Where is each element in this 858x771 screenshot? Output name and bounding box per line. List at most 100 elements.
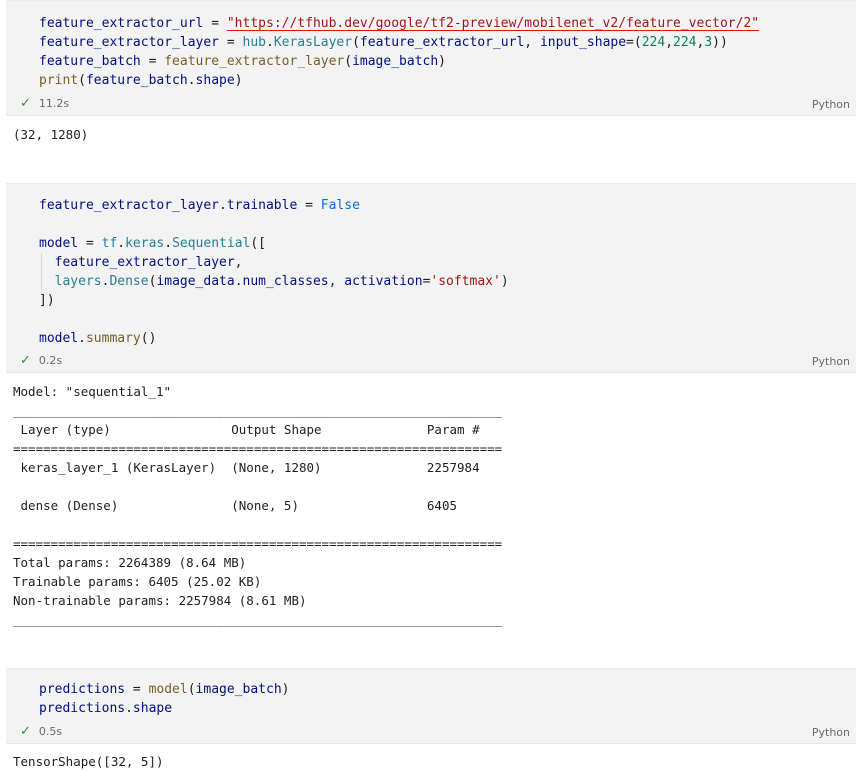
- code-token: Dense: [109, 274, 149, 289]
- cell-status-3: ✓ 0.5s: [20, 724, 62, 739]
- code-line[interactable]: feature_extractor_layer.trainable = Fals…: [39, 196, 846, 215]
- code-token: ,: [524, 35, 540, 50]
- code-token: ]): [39, 293, 55, 308]
- code-token: layers: [54, 274, 102, 289]
- execution-time: 11.2s: [38, 97, 70, 110]
- language-label[interactable]: Python: [812, 98, 850, 111]
- code-token: ,: [665, 35, 674, 50]
- code-line[interactable]: predictions.shape: [39, 699, 846, 718]
- code-line[interactable]: [39, 310, 846, 329]
- code-token: feature_batch: [39, 54, 141, 69]
- code-token: (: [78, 73, 86, 88]
- code-token: input_shape: [539, 35, 627, 50]
- code-line[interactable]: feature_extractor_url = "https://tfhub.d…: [39, 14, 846, 33]
- code-line[interactable]: [39, 215, 846, 234]
- code-cell-3[interactable]: predictions = model(image_batch) predicti…: [6, 668, 856, 744]
- code-token: model: [39, 236, 79, 251]
- code-editor-1[interactable]: feature_extractor_url = "https://tfhub.d…: [39, 14, 846, 90]
- code-token: .: [219, 198, 227, 213]
- code-token: image_data: [156, 274, 235, 289]
- code-token: feature_extractor_layer: [39, 198, 220, 213]
- code-token: =: [78, 236, 102, 251]
- code-cell-1[interactable]: feature_extractor_url = "https://tfhub.d…: [6, 0, 856, 116]
- code-token: )): [712, 35, 728, 50]
- code-token: ): [438, 54, 446, 69]
- code-editor-3[interactable]: predictions = model(image_batch) predicti…: [39, 680, 846, 718]
- code-line[interactable]: print(feature_batch.shape): [39, 71, 846, 90]
- code-token: .: [234, 274, 243, 289]
- execution-time: 0.2s: [38, 354, 63, 367]
- code-token: .: [265, 35, 274, 50]
- code-token: predictions: [39, 701, 126, 716]
- code-token: feature_batch: [85, 73, 188, 88]
- code-token: (: [187, 682, 196, 697]
- code-token: predictions: [39, 682, 126, 697]
- code-token: ,: [234, 255, 243, 270]
- cell-status-1: ✓ 11.2s: [20, 96, 69, 111]
- code-line[interactable]: feature_batch = feature_extractor_layer(…: [39, 52, 846, 71]
- code-token: (): [140, 331, 157, 346]
- code-token: 224: [641, 35, 666, 50]
- code-token: False: [320, 198, 360, 213]
- code-token: ): [500, 274, 509, 289]
- code-token: feature_extractor_url: [39, 16, 204, 31]
- code-cell-2[interactable]: feature_extractor_layer.trainable = Fals…: [6, 183, 856, 373]
- code-token: ,: [328, 274, 345, 289]
- check-icon: ✓: [20, 724, 31, 739]
- code-token: feature_extractor_layer: [164, 54, 345, 69]
- cell-status-2: ✓ 0.2s: [20, 353, 62, 368]
- code-line[interactable]: feature_extractor_layer,: [39, 253, 846, 272]
- code-token: =: [125, 682, 149, 697]
- code-token: num_classes: [242, 274, 329, 289]
- cell-output-2: Model: "sequential_1" __________________…: [13, 384, 503, 627]
- code-token: feature_extractor_url: [359, 35, 525, 50]
- code-line[interactable]: feature_extractor_layer = hub.KerasLayer…: [39, 33, 846, 52]
- language-label[interactable]: Python: [812, 726, 850, 739]
- code-line[interactable]: layers.Dense(image_data.num_classes, act…: [39, 272, 846, 291]
- code-line[interactable]: model.summary(): [39, 329, 846, 348]
- code-token: ): [281, 682, 290, 697]
- code-token: KerasLayer: [273, 35, 353, 50]
- code-token: activation: [344, 274, 423, 289]
- language-label[interactable]: Python: [812, 355, 850, 368]
- code-token: trainable: [226, 198, 298, 213]
- code-token: feature_extractor_layer: [54, 255, 235, 270]
- execution-time: 0.5s: [38, 725, 63, 738]
- code-line[interactable]: model = tf.keras.Sequential([: [39, 234, 846, 253]
- code-token: image_batch: [352, 54, 439, 69]
- code-token: image_batch: [195, 682, 282, 697]
- code-token: hub: [242, 35, 266, 50]
- code-token: model: [39, 331, 79, 346]
- code-token: shape: [132, 701, 173, 716]
- code-token: (: [352, 35, 360, 50]
- code-token: print: [39, 73, 79, 88]
- check-icon: ✓: [20, 353, 31, 368]
- code-token: 3: [704, 35, 713, 50]
- code-token: feature_extractor_layer: [39, 35, 220, 50]
- code-token: .: [187, 73, 196, 88]
- indent-guide: [41, 253, 42, 291]
- code-token: .: [164, 236, 173, 251]
- code-line[interactable]: predictions = model(image_batch): [39, 680, 846, 699]
- code-editor-2[interactable]: feature_extractor_layer.trainable = Fals…: [39, 196, 846, 348]
- check-icon: ✓: [20, 96, 31, 111]
- code-token: model: [148, 682, 188, 697]
- code-token: =: [140, 54, 165, 69]
- code-token: .: [125, 701, 133, 716]
- code-token: (: [344, 54, 353, 69]
- code-token: =: [219, 35, 243, 50]
- code-token: 'softmax': [430, 274, 501, 289]
- code-token: .: [78, 331, 86, 346]
- code-token: =: [297, 198, 321, 213]
- code-token: =: [203, 16, 227, 31]
- code-token: summary: [85, 331, 141, 346]
- code-token: =(: [626, 35, 642, 50]
- cell-output-1: (32, 1280): [13, 127, 89, 142]
- code-token: ([: [250, 236, 267, 251]
- cell-output-3: TensorShape([32, 5]): [13, 754, 164, 769]
- code-token: keras: [125, 236, 165, 251]
- code-line[interactable]: ]): [39, 291, 846, 310]
- code-token: shape: [195, 73, 235, 88]
- code-token: 224: [673, 35, 697, 50]
- code-token: tf: [101, 236, 118, 251]
